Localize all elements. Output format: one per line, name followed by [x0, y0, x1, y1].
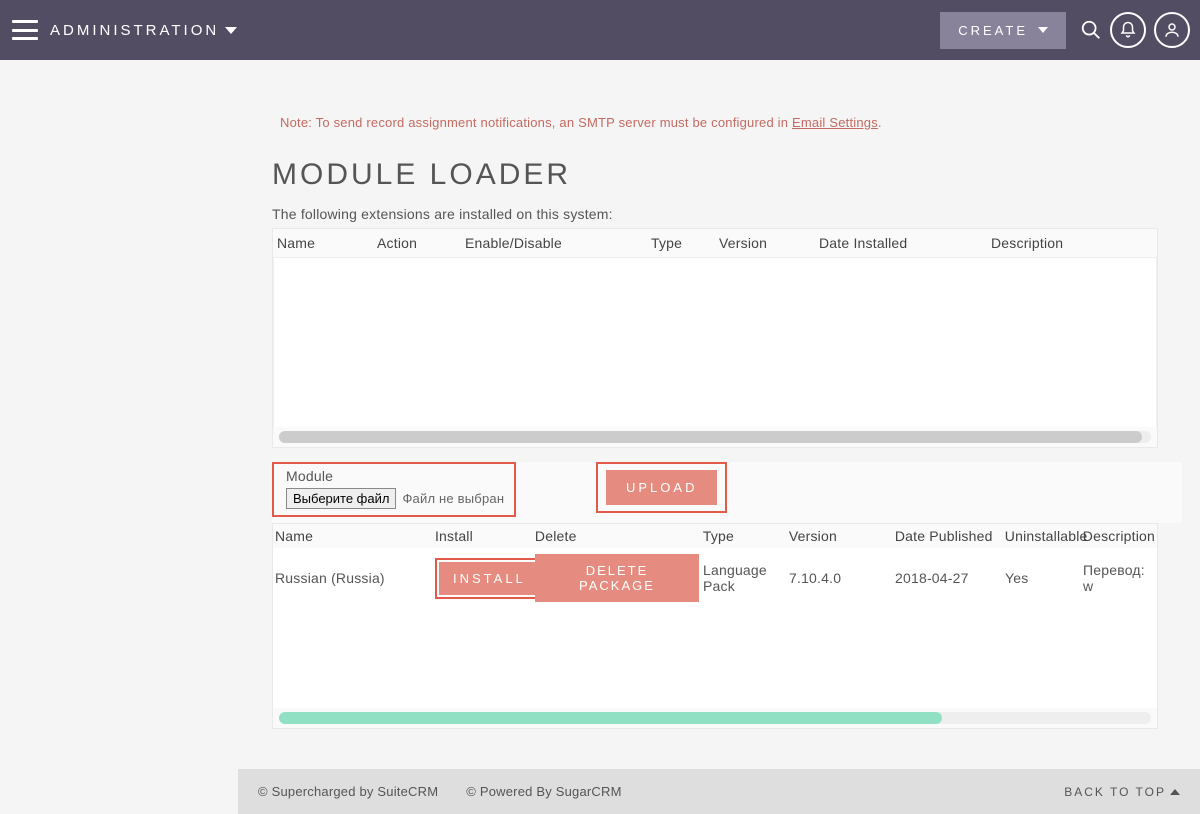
col-version: Version: [717, 235, 817, 251]
cell-delete: DELETE PACKAGE: [533, 552, 701, 604]
pcol-install: Install: [433, 526, 533, 546]
col-name: Name: [275, 235, 375, 251]
table-row: Russian (Russia) INSTALL DELETE PACKAGE …: [273, 548, 1157, 608]
pcol-date: Date Published: [893, 526, 1003, 546]
installed-h-scrollbar[interactable]: [279, 431, 1151, 443]
upload-row: Module Выберите файл Файл не выбран UPLO…: [272, 462, 1182, 523]
user-avatar-icon[interactable]: [1154, 12, 1190, 48]
col-type: Type: [649, 235, 717, 251]
col-description: Description: [989, 235, 1155, 251]
delete-package-button[interactable]: DELETE PACKAGE: [535, 554, 699, 602]
installed-table-header: Name Action Enable/Disable Type Version …: [273, 229, 1157, 257]
packages-table-header: Name Install Delete Type Version Date Pu…: [273, 524, 1157, 548]
chevron-up-icon: [1170, 789, 1180, 795]
choose-file-button[interactable]: Выберите файл: [286, 488, 396, 509]
installed-desc: The following extensions are installed o…: [272, 206, 1158, 222]
breadcrumb-administration[interactable]: ADMINISTRATION: [50, 22, 237, 39]
cell-version: 7.10.4.0: [787, 568, 893, 588]
chevron-down-icon: [225, 27, 237, 34]
upload-box: UPLOAD: [596, 462, 727, 513]
install-button[interactable]: INSTALL: [439, 562, 540, 595]
no-file-label: Файл не выбран: [402, 491, 504, 506]
chevron-down-icon: [1038, 27, 1048, 33]
col-enable: Enable/Disable: [463, 235, 649, 251]
footer-sugarcrm: © Powered By SugarCRM: [466, 784, 621, 799]
search-icon[interactable]: [1080, 19, 1102, 41]
packages-table-body: Russian (Russia) INSTALL DELETE PACKAGE …: [273, 548, 1157, 708]
breadcrumb-label: ADMINISTRATION: [50, 22, 219, 39]
pcol-name: Name: [273, 526, 433, 546]
smtp-note: Note: To send record assignment notifica…: [272, 115, 1158, 130]
notifications-icon[interactable]: [1110, 12, 1146, 48]
footer: © Supercharged by SuiteCRM © Powered By …: [238, 769, 1200, 814]
pcol-type: Type: [701, 526, 787, 546]
packages-table: Name Install Delete Type Version Date Pu…: [272, 523, 1158, 729]
packages-h-scrollbar[interactable]: [279, 712, 1151, 724]
pcol-desc: Description: [1081, 526, 1157, 546]
back-to-top[interactable]: BACK TO TOP: [1064, 785, 1180, 799]
pcol-delete: Delete: [533, 526, 701, 546]
cell-name: Russian (Russia): [273, 568, 433, 588]
col-action: Action: [375, 235, 463, 251]
pcol-uninst: Uninstallable: [1003, 526, 1081, 546]
module-file-box: Module Выберите файл Файл не выбран: [272, 462, 516, 517]
cell-type: Language Pack: [701, 560, 787, 596]
cell-desc: Перевод: w: [1081, 560, 1157, 596]
create-button[interactable]: CREATE: [940, 12, 1066, 49]
cell-date: 2018-04-27: [893, 568, 1003, 588]
top-bar: ADMINISTRATION CREATE: [0, 0, 1200, 60]
installed-table-body: [273, 257, 1157, 427]
menu-hamburger[interactable]: [12, 20, 38, 40]
module-label: Module: [286, 468, 508, 484]
footer-suitecrm: © Supercharged by SuiteCRM: [258, 784, 438, 799]
installed-table: Name Action Enable/Disable Type Version …: [272, 228, 1158, 448]
col-date: Date Installed: [817, 235, 989, 251]
email-settings-link[interactable]: Email Settings: [792, 115, 878, 130]
create-label: CREATE: [958, 23, 1028, 38]
upload-button[interactable]: UPLOAD: [606, 470, 717, 505]
page-content: Note: To send record assignment notifica…: [258, 60, 1158, 769]
cell-uninst: Yes: [1003, 568, 1081, 588]
pcol-version: Version: [787, 526, 893, 546]
cell-install: INSTALL: [433, 556, 533, 601]
page-title: MODULE LOADER: [272, 158, 1158, 192]
